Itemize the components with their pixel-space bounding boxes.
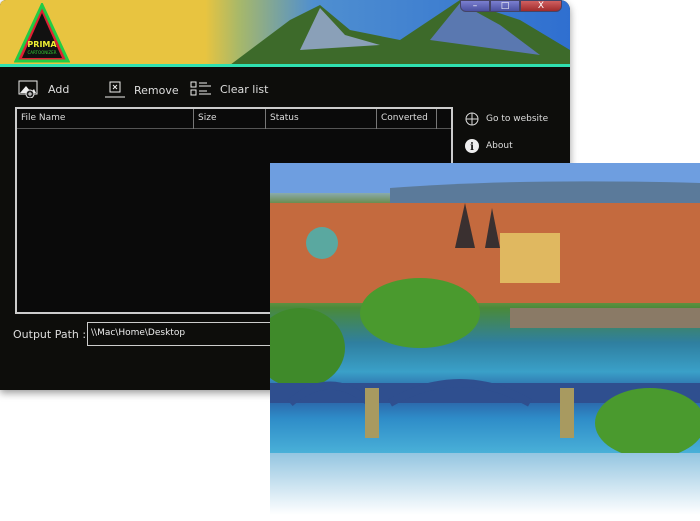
add-label: Add xyxy=(48,82,70,96)
header-banner: PRIMA CARTOONIZER – □ X xyxy=(0,0,570,65)
maximize-button[interactable]: □ xyxy=(490,0,520,12)
output-path-label: Output Path : xyxy=(13,328,87,341)
svg-text:PRIMA: PRIMA xyxy=(27,40,57,49)
remove-icon xyxy=(105,81,125,98)
table-header: File Name Size Status Converted xyxy=(17,109,451,129)
remove-label: Remove xyxy=(134,83,179,97)
add-button[interactable]: Add xyxy=(18,80,69,98)
globe-icon xyxy=(465,112,479,126)
header-divider xyxy=(0,64,570,67)
column-size[interactable]: Size xyxy=(194,109,266,129)
prague-cityscape-art xyxy=(270,163,700,453)
clear-list-label: Clear list xyxy=(220,82,269,96)
remove-button[interactable]: Remove xyxy=(104,80,179,100)
info-icon: i xyxy=(465,139,479,153)
minimize-button[interactable]: – xyxy=(460,0,490,12)
prima-logo: PRIMA CARTOONIZER xyxy=(14,3,70,63)
add-image-icon xyxy=(18,80,38,98)
preview-reflection xyxy=(270,453,700,515)
svg-text:i: i xyxy=(470,142,474,153)
svg-text:CARTOONIZER: CARTOONIZER xyxy=(28,50,57,55)
go-to-website-link[interactable]: Go to website xyxy=(464,111,548,127)
clear-list-icon xyxy=(190,81,211,96)
about-label: About xyxy=(486,141,513,151)
about-link[interactable]: i About xyxy=(464,138,513,154)
clear-list-button[interactable]: Clear list xyxy=(190,80,268,98)
output-path-field[interactable]: \\Mac\Home\Desktop xyxy=(87,322,287,346)
column-status[interactable]: Status xyxy=(266,109,377,129)
column-converted[interactable]: Converted xyxy=(377,109,437,129)
website-label: Go to website xyxy=(486,114,549,124)
column-file-name[interactable]: File Name xyxy=(17,109,194,129)
cartoonized-preview-image xyxy=(270,163,700,453)
close-button[interactable]: X xyxy=(520,0,562,12)
